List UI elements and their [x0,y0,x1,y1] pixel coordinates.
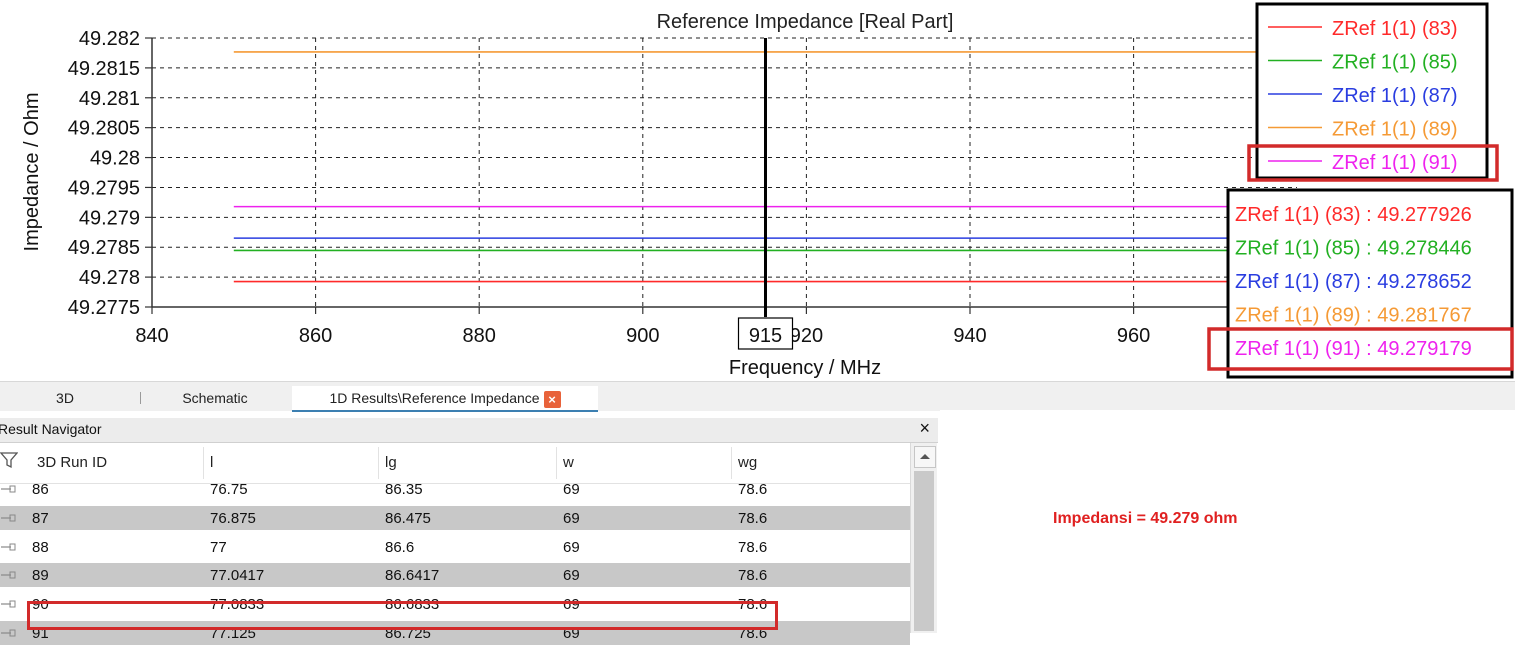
table-cell: 89 [32,567,49,585]
tab-label: 1D Results\Reference Impedance [329,390,540,406]
tab-label: Schematic [182,390,248,406]
table-cell: 87 [32,509,49,527]
table-cell: 77.0417 [210,567,265,585]
table-cell: 86 [32,481,49,498]
y-tick-label: 49.2795 [68,177,140,199]
table-cell: 69 [563,538,580,556]
row-pin-icon [1,600,16,608]
table-cell: 86.6417 [385,567,440,585]
plot-area: Reference Impedance [Real Part] 49.282 49.… [0,0,1515,380]
tab-schematic[interactable]: Schematic [160,386,270,410]
tab-label: 3D [56,390,74,406]
y-axis-label: Impedance / Ohm [21,93,43,252]
table-cell: 78.6 [738,481,768,498]
column-header-lg[interactable]: lg [385,454,397,471]
y-tick-label: 49.279 [79,207,140,229]
y-tick-label: 49.2785 [68,237,140,259]
column-divider[interactable] [556,447,557,479]
column-header-l[interactable]: l [210,454,213,471]
column-divider[interactable] [731,447,732,479]
table-row[interactable]: 87 76.875 86.475 69 78.6 [0,505,910,530]
x-tick-label: 860 [299,325,332,347]
table-cell: 78.6 [738,538,768,556]
y-tick-label: 49.2805 [68,118,140,140]
table-cell: 69 [563,481,580,498]
table-cell: 77 [210,538,227,556]
table-cell: 76.875 [210,509,256,527]
table-row[interactable]: 88 77 86.6 69 78.6 [0,535,910,559]
table-cell: 76.75 [210,481,248,498]
value-readout: ZRef 1(1) (85) : 49.278446 [1235,238,1472,260]
column-divider[interactable] [203,447,204,479]
table-cell: 78.6 [738,509,768,527]
table-cell: 86.475 [385,509,431,527]
legend-entry: ZRef 1(1) (85) [1332,52,1458,74]
table-cell: 86.35 [385,481,423,498]
navigator-header: Result Navigator × [0,418,938,443]
column-header-run-id[interactable]: 3D Run ID [37,454,107,471]
table-row[interactable]: 86 76.75 86.35 69 78.6 [0,477,910,501]
x-tick-label: 960 [1117,325,1150,347]
value-readout: ZRef 1(1) (89) : 49.281767 [1235,305,1472,327]
value-readout: ZRef 1(1) (91) : 49.279179 [1235,338,1472,360]
x-tick-label: 920 [790,325,823,347]
vertical-scrollbar[interactable] [910,443,937,633]
legend-entry: ZRef 1(1) (89) [1332,119,1458,141]
marker-label: 915 [749,325,782,347]
y-tick-label: 49.2775 [68,297,140,319]
x-axis-label: Frequency / MHz [729,357,881,379]
close-icon[interactable]: × [543,390,561,408]
y-tick-label: 49.2815 [68,58,140,80]
scroll-thumb[interactable] [914,471,934,631]
impedance-annotation: Impedansi = 49.279 ohm [1053,510,1238,527]
chart-title: Reference Impedance [Real Part] [657,11,954,33]
value-readout: ZRef 1(1) (83) : 49.277926 [1235,204,1472,226]
x-tick-label: 840 [135,325,168,347]
column-header-wg[interactable]: wg [738,454,757,471]
y-tick-label: 49.28 [90,148,140,170]
row-pin-icon [1,543,16,551]
y-tick-label: 49.281 [79,88,140,110]
x-tick-label: 940 [953,325,986,347]
tab-separator [140,392,141,404]
reference-impedance-chart: Reference Impedance [Real Part] 49.282 49.… [21,2,1514,379]
tab-3d[interactable]: 3D [20,386,110,410]
table-cell: 78.6 [738,567,768,585]
column-divider[interactable] [378,447,379,479]
navigator-close-icon[interactable]: × [919,418,930,439]
tab-reference-impedance[interactable]: 1D Results\Reference Impedance × [292,386,598,412]
legend-entry: ZRef 1(1) (91) [1332,152,1458,174]
legend-entry: ZRef 1(1) (87) [1332,85,1458,107]
row-pin-icon [1,514,16,522]
chevron-up-icon[interactable] [914,446,936,468]
row-pin-icon [1,485,16,493]
y-tick-label: 49.278 [79,267,140,289]
table-row[interactable]: 89 77.0417 86.6417 69 78.6 [0,563,910,588]
tab-bar: 3D Schematic 1D Results\Reference Impeda… [0,381,1515,412]
column-header-w[interactable]: w [563,454,574,471]
selected-row-highlight [27,601,778,630]
y-tick-label: 49.282 [79,28,140,50]
table-cell: 69 [563,509,580,527]
navigator-title: Result Navigator [0,421,102,437]
legend-entry: ZRef 1(1) (83) [1332,18,1458,40]
table-cell: 86.6 [385,538,415,556]
x-tick-label: 880 [463,325,496,347]
row-pin-icon [1,629,16,637]
row-pin-icon [1,571,16,579]
filter-icon[interactable] [0,451,18,469]
table-cell: 69 [563,567,580,585]
value-readout: ZRef 1(1) (87) : 49.278652 [1235,271,1472,293]
table-cell: 88 [32,538,49,556]
x-tick-label: 900 [626,325,659,347]
